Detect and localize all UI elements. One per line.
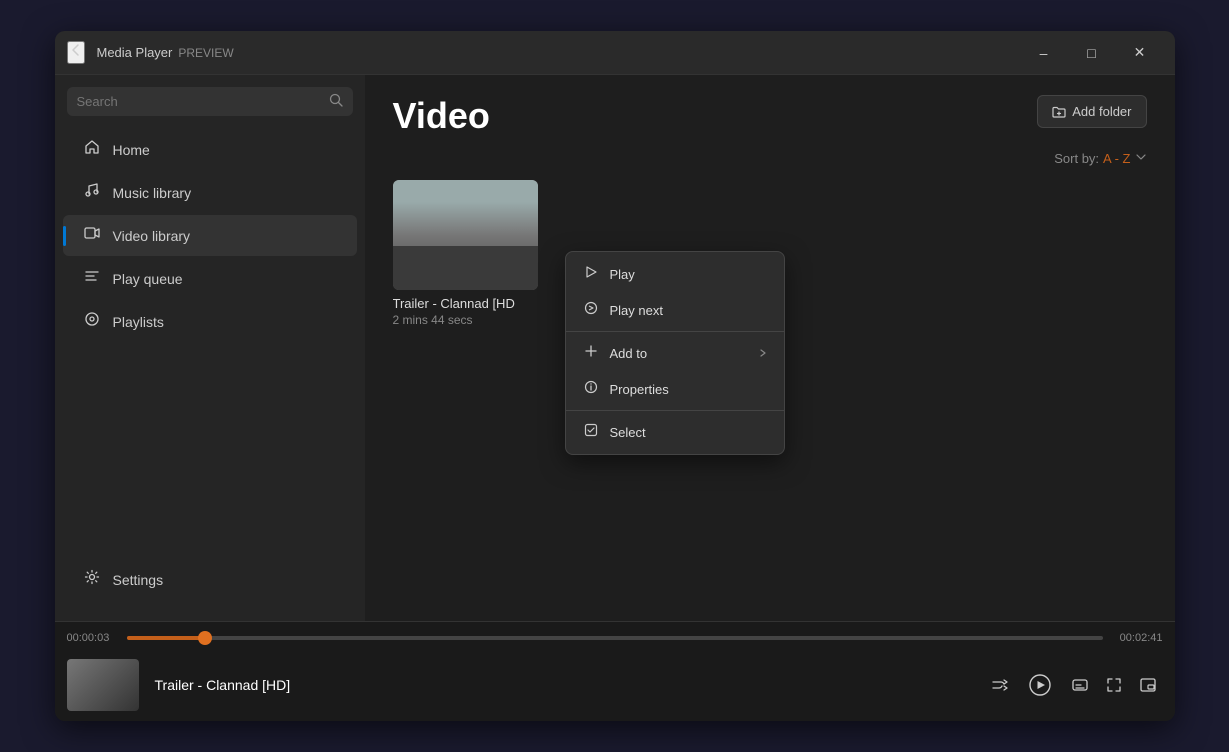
current-time: 00:00:03 bbox=[67, 632, 119, 644]
content-header: Video Add folder bbox=[365, 75, 1175, 147]
select-icon bbox=[582, 423, 600, 441]
captions-button[interactable] bbox=[1065, 670, 1095, 700]
sidebar-item-video-library[interactable]: Video library bbox=[63, 215, 357, 256]
add-icon bbox=[582, 344, 600, 362]
video-duration: 2 mins 44 secs bbox=[393, 313, 538, 327]
video-icon bbox=[83, 225, 101, 246]
sidebar-item-home[interactable]: Home bbox=[63, 129, 357, 170]
content-area: Video Add folder Sort by: A - Z bbox=[365, 75, 1175, 621]
video-title: Trailer - Clannad [HD bbox=[393, 296, 538, 311]
total-time: 00:02:41 bbox=[1111, 632, 1163, 644]
sidebar-bottom: Settings bbox=[55, 558, 365, 609]
sidebar-item-label: Home bbox=[113, 142, 150, 158]
player-title: Trailer - Clannad [HD] bbox=[147, 677, 977, 693]
context-play-label: Play bbox=[610, 267, 635, 282]
context-menu-item-properties[interactable]: Properties bbox=[566, 371, 784, 407]
player-right-controls bbox=[1065, 670, 1163, 700]
context-menu-item-select[interactable]: Select bbox=[566, 414, 784, 450]
search-icon bbox=[329, 93, 343, 110]
player-bar: 00:00:03 00:02:41 Trailer - Clannad [HD] bbox=[55, 621, 1175, 721]
page-title: Video bbox=[393, 95, 490, 137]
context-separator bbox=[566, 331, 784, 332]
player-thumbnail bbox=[67, 659, 139, 711]
video-thumbnail bbox=[393, 180, 538, 290]
add-folder-button[interactable]: Add folder bbox=[1037, 95, 1146, 128]
sidebar: Home Music library bbox=[55, 75, 365, 621]
submenu-arrow-icon bbox=[758, 346, 768, 361]
sidebar-item-label: Playlists bbox=[113, 314, 164, 330]
sidebar-item-music-library[interactable]: Music library bbox=[63, 172, 357, 213]
progress-bar-wrap: 00:00:03 00:02:41 bbox=[55, 622, 1175, 648]
shuffle-button[interactable] bbox=[985, 670, 1015, 700]
fullscreen-button[interactable] bbox=[1099, 670, 1129, 700]
minimize-button[interactable]: – bbox=[1021, 37, 1067, 69]
player-thumb-inner bbox=[67, 659, 139, 711]
play-next-icon bbox=[582, 301, 600, 319]
sort-value: A - Z bbox=[1103, 151, 1130, 166]
sidebar-item-label: Music library bbox=[113, 185, 192, 201]
close-button[interactable]: ✕ bbox=[1117, 37, 1163, 69]
context-menu-item-add-to[interactable]: Add to bbox=[566, 335, 784, 371]
context-menu: Play Play next bbox=[565, 251, 785, 455]
context-menu-item-play-next[interactable]: Play next bbox=[566, 292, 784, 328]
sidebar-item-play-queue[interactable]: Play queue bbox=[63, 258, 357, 299]
sidebar-item-label: Video library bbox=[113, 228, 191, 244]
progress-track[interactable] bbox=[127, 636, 1103, 640]
active-indicator bbox=[63, 226, 66, 246]
progress-fill bbox=[127, 636, 205, 640]
context-separator-2 bbox=[566, 410, 784, 411]
search-input[interactable] bbox=[77, 94, 329, 109]
sidebar-item-playlists[interactable]: Playlists bbox=[63, 301, 357, 342]
play-pause-button[interactable] bbox=[1023, 668, 1057, 702]
chevron-down-icon bbox=[1135, 151, 1147, 166]
sidebar-item-settings[interactable]: Settings bbox=[63, 559, 357, 600]
settings-icon bbox=[83, 569, 101, 590]
window-subtitle: PREVIEW bbox=[178, 46, 233, 60]
context-play-next-label: Play next bbox=[610, 303, 663, 318]
settings-label: Settings bbox=[113, 572, 164, 588]
playlists-icon bbox=[83, 311, 101, 332]
music-icon bbox=[83, 182, 101, 203]
maximize-button[interactable]: □ bbox=[1069, 37, 1115, 69]
video-card[interactable]: Trailer - Clannad [HD 2 mins 44 secs bbox=[393, 180, 538, 621]
back-button[interactable] bbox=[67, 41, 85, 64]
sidebar-item-label: Play queue bbox=[113, 271, 183, 287]
sort-label: Sort by: bbox=[1054, 151, 1099, 166]
context-properties-label: Properties bbox=[610, 382, 669, 397]
add-folder-label: Add folder bbox=[1072, 104, 1131, 119]
search-bar[interactable] bbox=[67, 87, 353, 116]
context-add-to-label: Add to bbox=[610, 346, 648, 361]
context-select-label: Select bbox=[610, 425, 646, 440]
info-icon bbox=[582, 380, 600, 398]
progress-thumb bbox=[198, 631, 212, 645]
queue-icon bbox=[83, 268, 101, 289]
sort-control[interactable]: Sort by: A - Z bbox=[1054, 151, 1146, 166]
sort-bar: Sort by: A - Z bbox=[365, 147, 1175, 180]
app-window: Media Player PREVIEW – □ ✕ bbox=[55, 31, 1175, 721]
window-title: Media Player bbox=[97, 45, 173, 60]
pip-button[interactable] bbox=[1133, 670, 1163, 700]
window-controls: – □ ✕ bbox=[1021, 37, 1163, 69]
player-controls: Trailer - Clannad [HD] bbox=[55, 648, 1175, 721]
title-bar: Media Player PREVIEW – □ ✕ bbox=[55, 31, 1175, 75]
context-menu-item-play[interactable]: Play bbox=[566, 256, 784, 292]
main-content: Home Music library bbox=[55, 75, 1175, 621]
home-icon bbox=[83, 139, 101, 160]
play-icon bbox=[582, 265, 600, 283]
